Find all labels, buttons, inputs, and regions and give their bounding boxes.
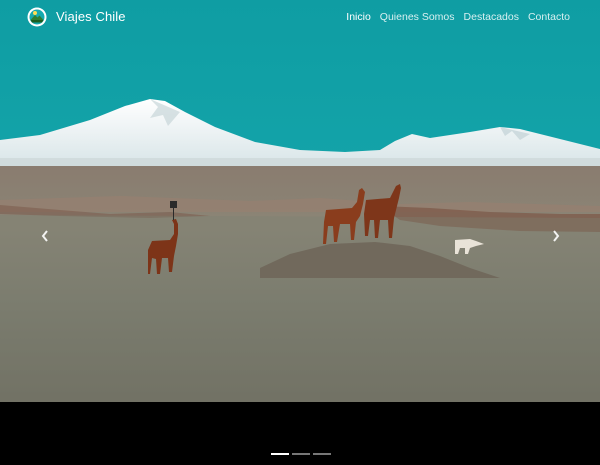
carousel-next-button[interactable] bbox=[551, 229, 561, 243]
carousel-prev-button[interactable] bbox=[40, 229, 50, 243]
navbar: Viajes Chile Inicio Quienes Somos Destac… bbox=[0, 0, 600, 36]
nav-link-inicio[interactable]: Inicio bbox=[346, 10, 371, 24]
carousel-indicator-2[interactable] bbox=[292, 453, 310, 455]
hero-carousel-slide bbox=[0, 0, 600, 402]
nav-link-quienes-somos[interactable]: Quienes Somos bbox=[380, 10, 455, 24]
carousel-indicators bbox=[271, 453, 331, 455]
page: Viajes Chile Inicio Quienes Somos Destac… bbox=[0, 0, 600, 465]
bottom-band bbox=[0, 402, 600, 465]
nav-link-destacados[interactable]: Destacados bbox=[464, 10, 519, 24]
signpost bbox=[170, 201, 177, 208]
chevron-right-icon bbox=[553, 230, 560, 242]
carousel-indicator-1[interactable] bbox=[271, 453, 289, 455]
brand-link[interactable]: Viajes Chile bbox=[27, 7, 126, 27]
carousel-indicator-3[interactable] bbox=[313, 453, 331, 455]
nav-link-contacto[interactable]: Contacto bbox=[528, 10, 570, 24]
nav-menu: Inicio Quienes Somos Destacados Contacto bbox=[346, 10, 570, 24]
chevron-left-icon bbox=[41, 230, 48, 242]
mountain-sun-logo-icon bbox=[27, 7, 47, 27]
plain-green-tint bbox=[0, 215, 600, 402]
brand-name: Viajes Chile bbox=[56, 9, 126, 24]
landscape-photo bbox=[0, 0, 600, 402]
signpost-pole bbox=[173, 208, 174, 220]
